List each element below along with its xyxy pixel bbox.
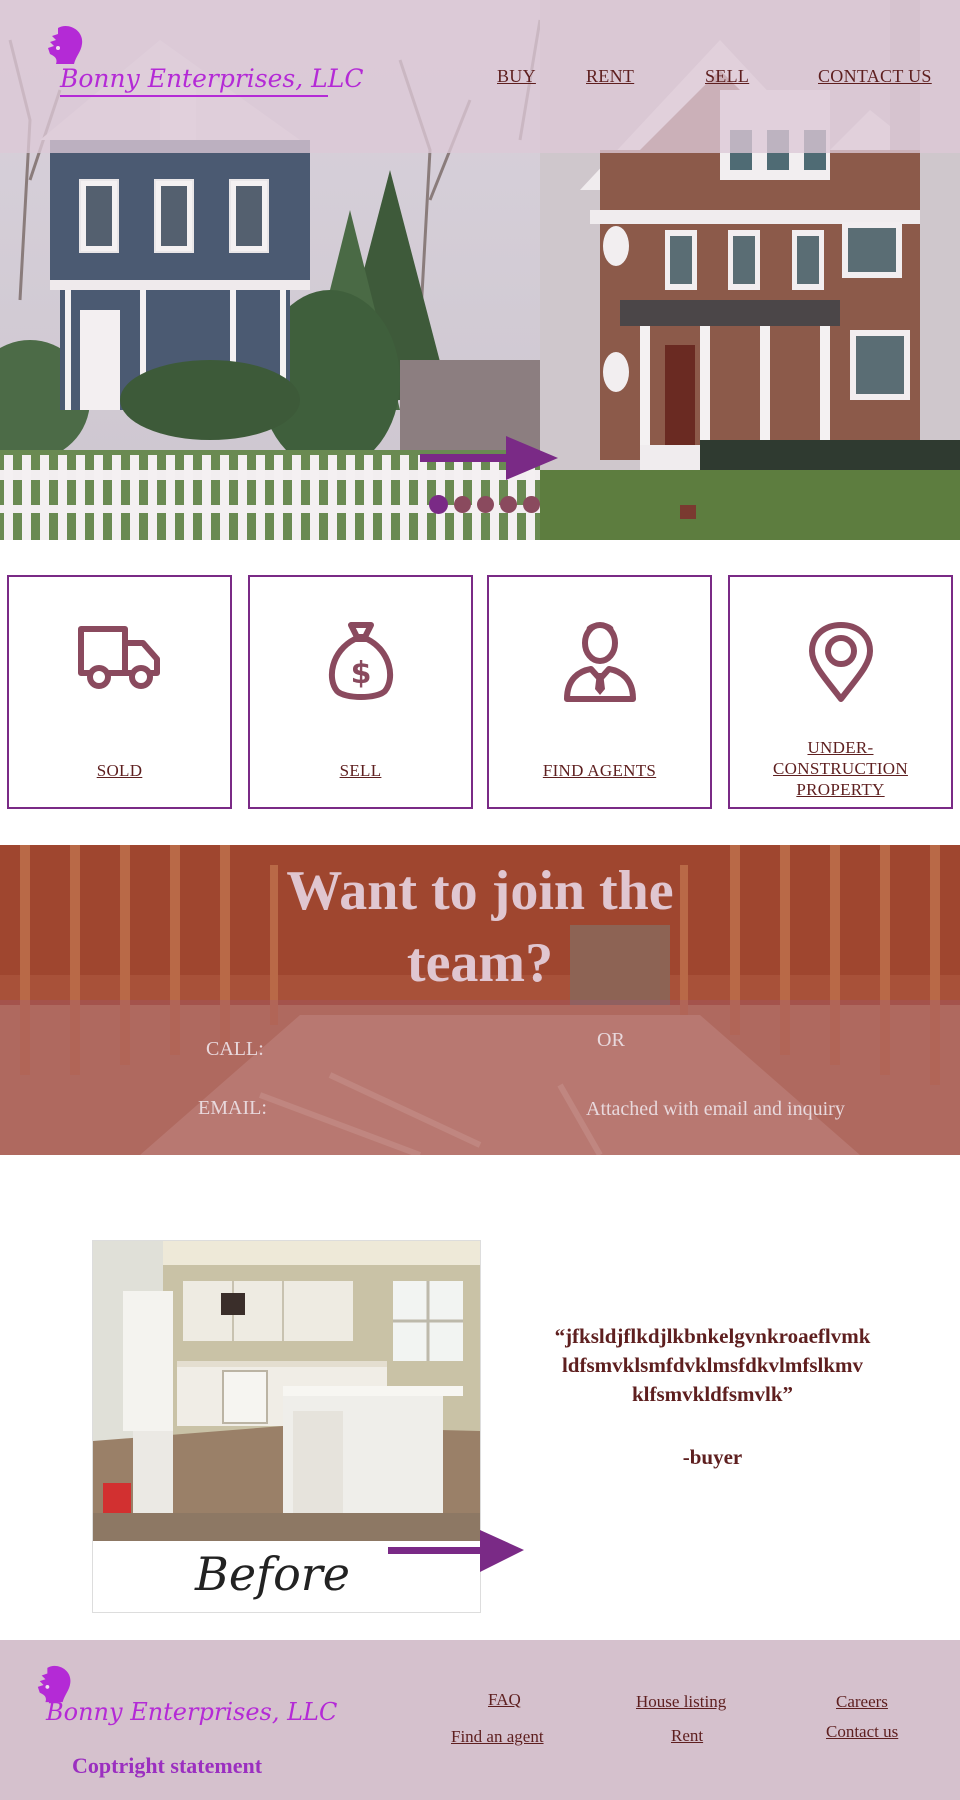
agent-icon: [563, 622, 636, 702]
service-card-label-line: PROPERTY: [796, 780, 885, 799]
footer-link-contact[interactable]: Contact us: [826, 1722, 898, 1742]
truck-icon: [77, 626, 160, 689]
lion-icon: [48, 25, 83, 64]
service-card-sold[interactable]: SOLD: [7, 575, 232, 809]
svg-text:$: $: [350, 656, 371, 691]
testimonial-author: -buyer: [682, 1445, 743, 1469]
nav-rent[interactable]: RENT: [586, 66, 634, 87]
call-label: CALL:: [206, 1038, 264, 1060]
hero-carousel: Bonny Enterprises, LLC BUY RENT SELL CON…: [0, 0, 960, 540]
carousel-dot-2[interactable]: [454, 496, 471, 513]
service-card-label-line: UNDER-: [807, 738, 874, 757]
quote-line: “jfksldjflkdjlkbnkelgvnkroaeflvmk: [554, 1324, 871, 1348]
service-card-label-line: CONSTRUCTION: [773, 759, 908, 778]
testimonial-quote: “jfksldjflkdjlkbnkelgvnkroaeflvmk ldfsmv…: [500, 1322, 925, 1409]
carousel-dot-3[interactable]: [477, 496, 494, 513]
service-card-under-construction[interactable]: UNDER- CONSTRUCTION PROPERTY: [728, 575, 953, 809]
quote-line: ldfsmvklsmfdvklmsfdkvlmfslkmv: [561, 1353, 864, 1377]
brand-name: Bonny Enterprises, LLC: [60, 64, 364, 93]
join-title-line2: team?: [406, 932, 554, 994]
nav-contact-us[interactable]: CONTACT US: [818, 66, 932, 87]
footer-link-rent[interactable]: Rent: [671, 1726, 703, 1746]
carousel-dot-5[interactable]: [523, 496, 540, 513]
kitchen-image: [93, 1241, 480, 1541]
service-card-sell[interactable]: $ SELL: [248, 575, 473, 809]
location-pin-icon: [808, 622, 873, 702]
money-bag-icon: $: [328, 622, 393, 700]
nav-sell[interactable]: SELL: [705, 66, 749, 87]
footer-brand-name: Bonny Enterprises, LLC: [46, 1698, 338, 1726]
service-card-find-agents[interactable]: FIND AGENTS: [487, 575, 712, 809]
attach-note: Attached with email and inquiry: [586, 1098, 845, 1120]
quote-line: klfsmvkldfsmvlk”: [631, 1382, 794, 1406]
carousel-dot-1[interactable]: [429, 495, 448, 514]
join-overlay-bottom: [0, 1000, 960, 1155]
or-label: OR: [597, 1029, 625, 1051]
join-team-section: Want to join the team? CALL: OR EMAIL: A…: [0, 845, 960, 1155]
footer-link-careers[interactable]: Careers: [836, 1692, 888, 1712]
footer-brand-logo[interactable]: Bonny Enterprises, LLC: [34, 1664, 338, 1734]
service-card-label: FIND AGENTS: [542, 761, 657, 780]
nav-buy[interactable]: BUY: [497, 66, 536, 87]
email-label: EMAIL:: [198, 1097, 267, 1119]
carousel-dots: [429, 495, 540, 514]
brand-underline: [60, 95, 328, 97]
service-card-label: SELL: [339, 761, 382, 780]
next-slide-arrow-icon[interactable]: [420, 430, 560, 486]
copyright-text: Coptright statement: [72, 1753, 263, 1778]
footer-link-house-listing[interactable]: House listing: [636, 1692, 726, 1712]
footer-link-find-agent[interactable]: Find an agent: [451, 1727, 544, 1747]
footer-link-faq[interactable]: FAQ: [488, 1690, 521, 1710]
join-title: Want to join the: [286, 860, 674, 922]
service-card-label: SOLD: [96, 761, 143, 780]
brand-logo[interactable]: Bonny Enterprises, LLC: [44, 24, 363, 102]
carousel-dot-4[interactable]: [500, 496, 517, 513]
after-arrow-icon[interactable]: [388, 1528, 526, 1574]
